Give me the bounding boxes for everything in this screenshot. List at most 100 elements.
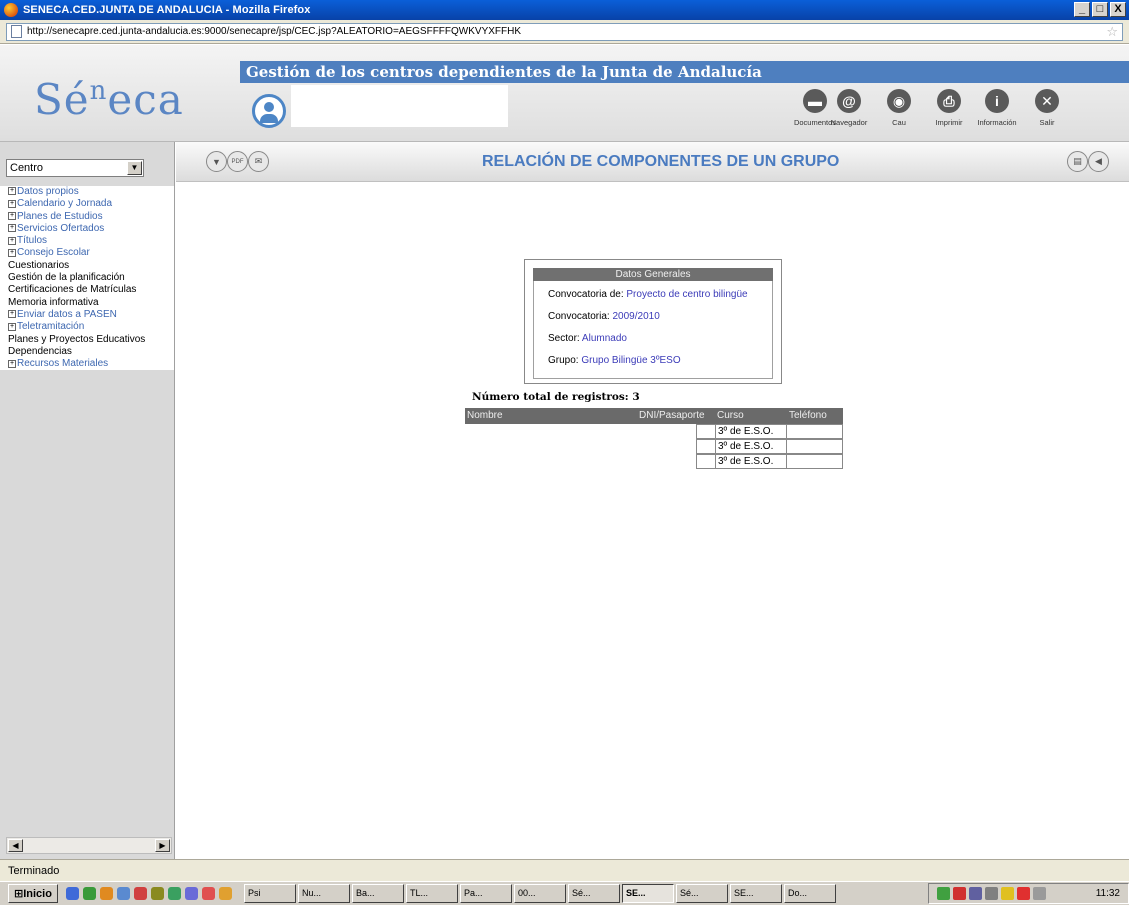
tray-icon[interactable] [985,887,998,900]
task-button[interactable]: 00... [513,884,566,903]
tray-icon[interactable] [969,887,982,900]
user-icon [252,94,286,128]
salir-button[interactable]: ✕ Salir [1026,89,1068,127]
chevron-down-icon[interactable]: ▼ [127,161,142,175]
table-row[interactable]: 3º de E.S.O. [465,439,843,454]
mail-icon[interactable]: ✉ [248,151,269,172]
sidebar-item-planificacion[interactable]: Gestión de la planificación [0,272,174,284]
task-button[interactable]: TL... [405,884,458,903]
card-value: Alumnado [581,333,627,344]
tray-icon[interactable] [1001,887,1014,900]
tray-icon[interactable] [1017,887,1030,900]
task-button[interactable]: Psi [243,884,296,903]
filter-icon[interactable]: ▼ [206,151,227,172]
expand-icon[interactable]: + [8,248,16,257]
sidebar-item-recursos[interactable]: + Recursos Materiales [0,358,174,370]
sidebar-item-dependencias[interactable]: Dependencias [0,346,174,358]
minimize-button[interactable]: _ [1074,2,1090,17]
expand-icon[interactable]: + [8,236,16,245]
taskbar: ⊞Inicio Psi Nu... Ba... TL... Pa... 00..… [0,881,1129,905]
tray-icon[interactable] [953,887,966,900]
column-header[interactable]: Teléfono [787,408,843,424]
expand-icon[interactable]: + [8,187,16,196]
nav-toolbar: ▤ ◀ [1067,151,1109,172]
table-cell-telefono [787,424,843,439]
app-icon[interactable] [201,887,215,900]
sidebar-item-planes-proyectos[interactable]: Planes y Proyectos Educativos [0,334,174,346]
task-button[interactable]: Nu... [297,884,350,903]
app-icon[interactable] [167,887,181,900]
sidebar-item-teletramitacion[interactable]: + Teletramitación [0,321,174,333]
expand-icon[interactable]: + [8,322,16,331]
column-header[interactable]: Curso [715,408,787,424]
app-icon[interactable] [82,887,96,900]
task-button[interactable]: Pa... [459,884,512,903]
app-icon[interactable] [150,887,164,900]
sidebar-scrollbar[interactable]: ◀ ▶ [6,837,172,854]
card-label: Grupo: [548,355,579,366]
export-icon[interactable]: PDF [227,151,248,172]
column-header[interactable]: DNI/Pasaporte [637,408,715,424]
tray-icon[interactable] [937,887,950,900]
sidebar-item-servicios[interactable]: + Servicios Ofertados [0,223,174,235]
header-toolbar: ▬ Documentos @ Navegador ◉ Cau ⎙ Imprimi… [794,89,1068,127]
scroll-right-icon[interactable]: ▶ [155,839,170,852]
table-row[interactable]: 3º de E.S.O. [465,424,843,439]
sidebar-item-titulos[interactable]: + Títulos [0,235,174,247]
salir-label: Salir [1039,118,1055,127]
app-icon[interactable] [116,887,130,900]
table-row[interactable]: 3º de E.S.O. [465,454,843,469]
scroll-left-icon[interactable]: ◀ [8,839,23,852]
start-button[interactable]: ⊞Inicio [8,884,58,903]
url-text[interactable]: http://senecapre.ced.junta-andalucia.es:… [27,26,1106,37]
card-row: Convocatoria de: Proyecto de centro bili… [548,284,772,306]
sidebar-item-planes-estudios[interactable]: + Planes de Estudios [0,211,174,223]
expand-icon[interactable]: + [8,211,16,220]
maximize-button[interactable]: □ [1092,2,1108,17]
ie-icon[interactable] [65,887,79,900]
task-button[interactable]: Sé... [675,884,728,903]
document-nav-icon[interactable]: ▤ [1067,151,1088,172]
bookmark-star-icon[interactable]: ☆ [1106,24,1118,40]
sidebar-item-datos-propios[interactable]: + Datos propios [0,186,174,198]
imprimir-button[interactable]: ⎙ Imprimir [928,89,970,127]
task-button[interactable]: Ba... [351,884,404,903]
tray-icon[interactable] [1033,887,1046,900]
app-icon[interactable] [133,887,147,900]
expand-icon[interactable]: + [8,359,16,368]
column-header[interactable]: Nombre [465,408,637,424]
logo-text-rest: eca [107,75,184,124]
at-icon: @ [837,89,861,113]
table-cell-dni [696,439,715,454]
sidebar-item-certificaciones[interactable]: Certificaciones de Matrículas [0,284,174,296]
task-button[interactable]: Sé... [567,884,620,903]
section-select[interactable]: Centro ▼ [6,159,144,177]
card-row: Convocatoria: 2009/2010 [548,306,772,328]
app-icon[interactable] [218,887,232,900]
sidebar-item-label: Servicios Ofertados [17,222,105,234]
cau-button[interactable]: ◉ Cau [878,89,920,127]
back-arrow-icon[interactable]: ◀ [1088,151,1109,172]
task-button[interactable]: Do... [783,884,836,903]
info-icon: i [985,89,1009,113]
informacion-button[interactable]: i Información [976,89,1018,127]
sidebar-item-memoria[interactable]: Memoria informativa [0,297,174,309]
expand-icon[interactable]: + [8,310,16,319]
url-field[interactable]: http://senecapre.ced.junta-andalucia.es:… [6,22,1123,41]
document-icon: ▬ [803,89,827,113]
close-window-button[interactable]: X [1110,2,1126,17]
sidebar-item-label: Datos propios [17,186,79,197]
support-icon: ◉ [887,89,911,113]
expand-icon[interactable]: + [8,224,16,233]
expand-icon[interactable]: + [8,199,16,208]
sidebar-item-consejo-escolar[interactable]: + Consejo Escolar [0,247,174,259]
sidebar-item-calendario[interactable]: + Calendario y Jornada [0,198,174,210]
task-button[interactable]: SE... [729,884,782,903]
sidebar-item-cuestionarios[interactable]: Cuestionarios [0,260,174,272]
app-icon[interactable] [184,887,198,900]
content-header: ▼ PDF ✉ RELACIÓN DE COMPONENTES DE UN GR… [176,142,1129,182]
sidebar-item-pasen[interactable]: + Enviar datos a PASEN [0,309,174,321]
task-button-active[interactable]: SE... [621,884,674,903]
navegador-button[interactable]: @ Navegador [828,89,870,127]
firefox-icon[interactable] [99,887,113,900]
